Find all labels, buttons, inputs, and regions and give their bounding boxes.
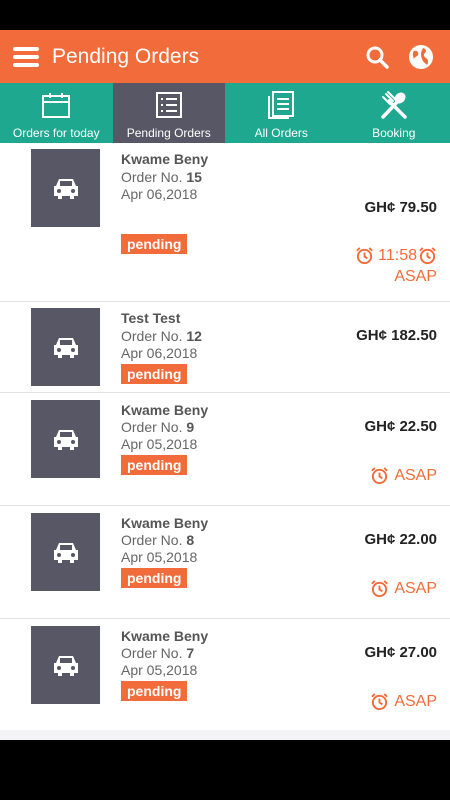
status-bar <box>0 0 450 30</box>
tab-orders-for-today[interactable]: Orders for today <box>0 83 113 143</box>
system-nav-bar <box>0 740 450 800</box>
car-thumbnail <box>31 513 100 591</box>
list-icon <box>152 88 186 122</box>
tab-all-orders[interactable]: All Orders <box>225 83 338 143</box>
order-date: Apr 05,2018 <box>121 549 198 565</box>
car-thumbnail <box>31 626 100 704</box>
car-icon <box>53 179 78 199</box>
globe-icon[interactable] <box>406 42 436 72</box>
order-date: Apr 05,2018 <box>121 436 198 452</box>
order-card[interactable]: Kwame Beny Order No. 7 Apr 05,2018 pendi… <box>0 619 450 730</box>
order-card[interactable]: Kwame Beny Order No. 8 Apr 05,2018 pendi… <box>0 506 450 619</box>
status-badge: pending <box>121 455 188 475</box>
status-badge: pending <box>121 364 188 384</box>
tab-label: Orders for today <box>12 126 100 140</box>
tab-label: All Orders <box>254 126 308 140</box>
order-price: GH¢ 22.00 <box>364 531 437 548</box>
car-icon <box>53 338 78 358</box>
customer-name: Kwame Beny <box>121 402 209 418</box>
order-card[interactable]: Kwame Beny Order No. 15 Apr 06,2018 pend… <box>0 143 450 302</box>
order-number: Order No. 12 <box>121 328 202 344</box>
car-icon <box>53 543 78 563</box>
orders-list: Kwame Beny Order No. 15 Apr 06,2018 pend… <box>0 143 450 730</box>
alarm-clock-icon <box>371 693 389 711</box>
car-thumbnail <box>31 308 100 386</box>
order-card[interactable]: Kwame Beny Order No. 9 Apr 05,2018 pendi… <box>0 393 450 506</box>
customer-name: Kwame Beny <box>121 628 209 644</box>
order-price: GH¢ 182.50 <box>356 327 437 344</box>
alarm-clock-icon <box>371 467 389 485</box>
order-date: Apr 05,2018 <box>121 662 198 678</box>
car-thumbnail <box>31 149 100 227</box>
alarm-clock-icon <box>356 247 373 265</box>
status-badge: pending <box>121 568 188 588</box>
search-icon[interactable] <box>362 42 392 72</box>
car-icon <box>53 430 78 450</box>
order-card[interactable]: Test Test Order No. 12 Apr 06,2018 pendi… <box>0 302 450 393</box>
list-footer <box>0 730 450 740</box>
asap-label: ASAP <box>370 466 437 485</box>
order-time: 11:58 <box>355 246 437 265</box>
status-badge: pending <box>121 234 188 254</box>
order-number: Order No. 15 <box>121 169 202 185</box>
car-icon <box>53 656 78 676</box>
status-badge: pending <box>121 681 188 701</box>
tab-booking[interactable]: Booking <box>338 83 450 143</box>
order-date: Apr 06,2018 <box>121 186 198 202</box>
hamburger-menu-icon[interactable] <box>13 46 39 67</box>
customer-name: Kwame Beny <box>121 515 209 531</box>
asap-label: ASAP <box>370 579 437 598</box>
tab-label: Booking <box>372 126 416 140</box>
fork-spoon-icon <box>377 88 411 122</box>
customer-name: Test Test <box>121 310 181 326</box>
tab-label: Pending Orders <box>126 126 211 140</box>
asap-label: ASAP <box>394 268 437 285</box>
order-price: GH¢ 79.50 <box>364 199 437 216</box>
app-bar: Pending Orders <box>0 30 450 83</box>
alarm-clock-icon <box>419 247 436 265</box>
order-date: Apr 06,2018 <box>121 345 198 361</box>
order-price: GH¢ 22.50 <box>364 418 437 435</box>
page-title: Pending Orders <box>52 44 200 68</box>
app-screen: Pending Orders Orders for today Pending … <box>0 30 450 740</box>
order-number: Order No. 8 <box>121 532 195 548</box>
customer-name: Kwame Beny <box>121 151 209 167</box>
order-price: GH¢ 27.00 <box>364 644 437 661</box>
order-number: Order No. 7 <box>121 645 195 661</box>
order-number: Order No. 9 <box>121 419 195 435</box>
car-thumbnail <box>31 400 100 478</box>
asap-label: ASAP <box>370 692 437 711</box>
tab-bar: Orders for today Pending Orders All Orde… <box>0 83 450 143</box>
document-list-icon <box>264 88 298 122</box>
calendar-icon <box>39 88 73 122</box>
tab-pending-orders[interactable]: Pending Orders <box>112 83 225 143</box>
alarm-clock-icon <box>371 580 389 598</box>
